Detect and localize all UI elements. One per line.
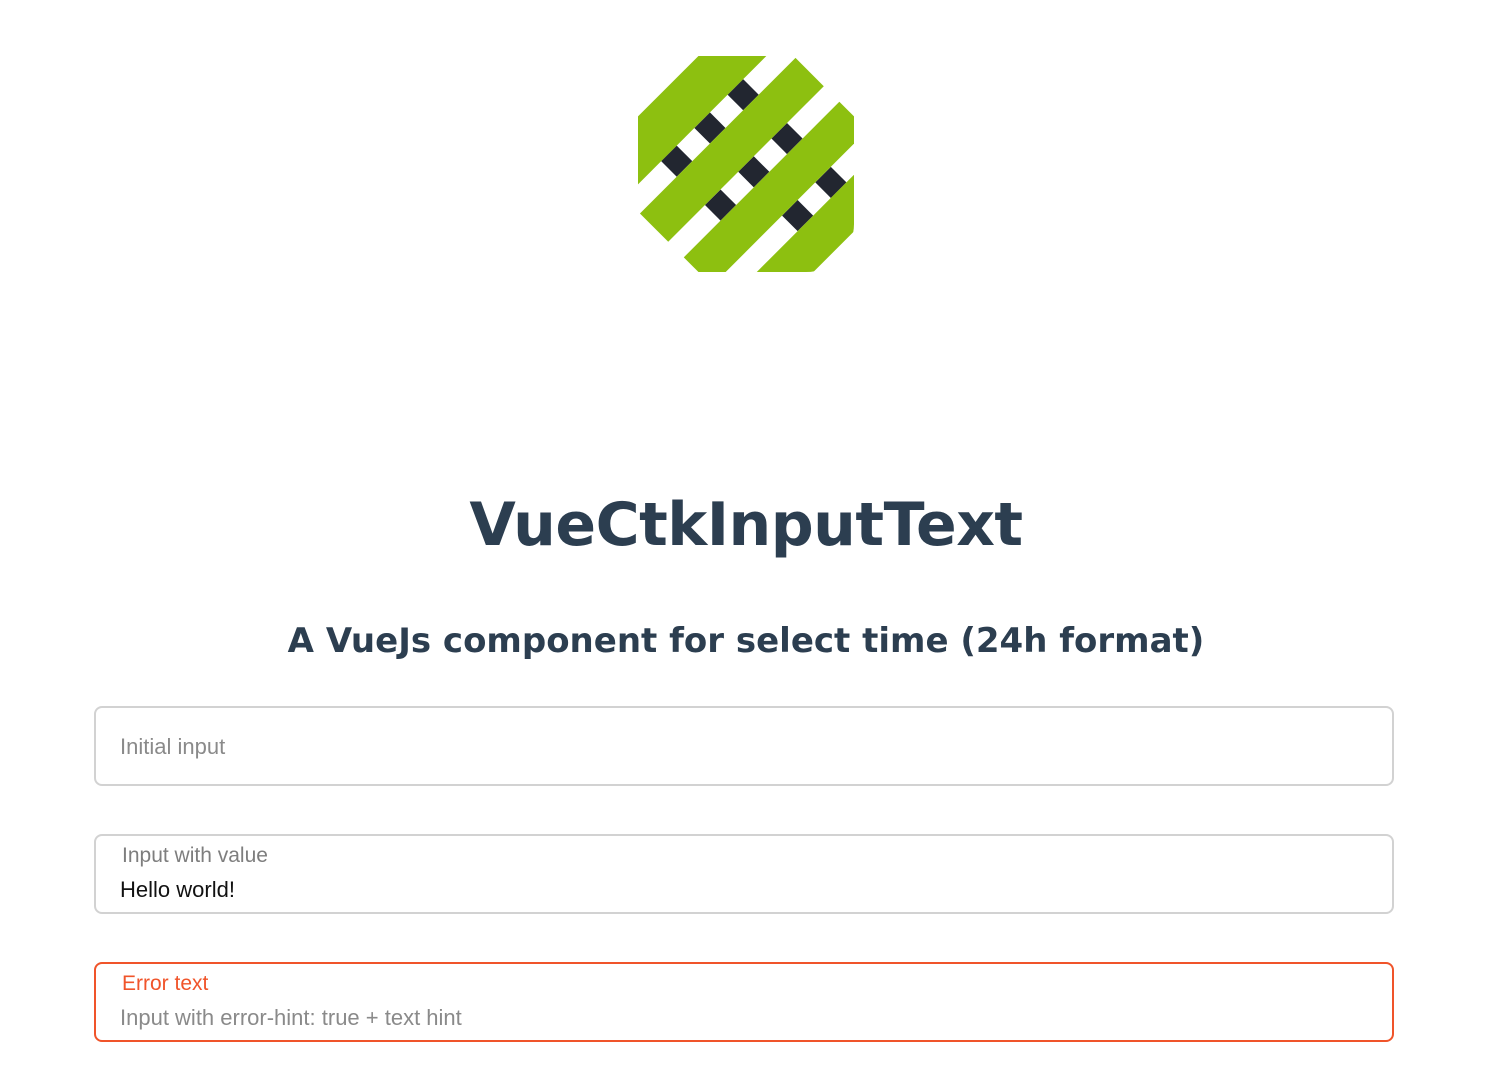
error-input[interactable] xyxy=(120,1003,1368,1033)
vue-ctk-logo-icon xyxy=(637,56,854,273)
page: VueCtkInputText A VueJs component for se… xyxy=(0,0,1492,1076)
initial-input[interactable] xyxy=(120,732,1368,762)
logo xyxy=(596,14,896,314)
initial-input-field[interactable] xyxy=(94,706,1394,786)
page-title: VueCtkInputText xyxy=(469,490,1023,560)
page-subtitle: A VueJs component for select time (24h f… xyxy=(287,621,1205,661)
error-input-label: Error text xyxy=(122,972,209,995)
value-input-field[interactable]: Input with value xyxy=(94,834,1394,914)
error-input-field[interactable]: Error text xyxy=(94,962,1394,1042)
value-input-label: Input with value xyxy=(122,844,268,867)
value-input[interactable] xyxy=(120,875,1368,905)
